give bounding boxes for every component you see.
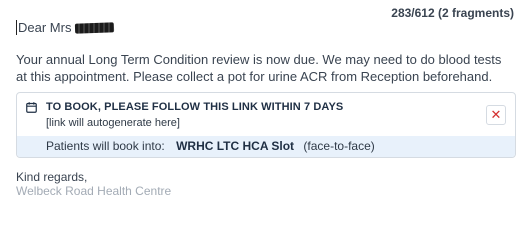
slot-prefix: Patients will book into:	[46, 139, 165, 153]
booking-link-placeholder: [link will autogenerate here]	[46, 117, 180, 129]
booking-link-block: TO BOOK, PLEASE FOLLOW THIS LINK WITHIN …	[16, 92, 516, 158]
booking-title: TO BOOK, PLEASE FOLLOW THIS LINK WITHIN …	[46, 101, 344, 113]
booking-header: TO BOOK, PLEASE FOLLOW THIS LINK WITHIN …	[17, 93, 515, 137]
calendar-icon	[26, 102, 37, 113]
greeting-text: Dear Mrs	[18, 20, 72, 35]
booking-slot-info: Patients will book into: WRHC LTC HCA Sl…	[17, 136, 515, 157]
sign-off-clinic: Welbeck Road Health Centre	[16, 184, 172, 198]
slot-name: WRHC LTC HCA Slot	[176, 139, 295, 153]
text-cursor	[16, 20, 17, 35]
fragment-counter: 283/612 (2 fragments)	[391, 6, 514, 20]
sign-off-regards[interactable]: Kind regards,	[16, 170, 87, 184]
message-body[interactable]: Your annual Long Term Condition review i…	[16, 51, 511, 85]
greeting-line[interactable]: Dear Mrs	[16, 20, 115, 35]
slot-mode: (face-to-face)	[303, 139, 375, 153]
redacted-name	[75, 21, 115, 34]
remove-booking-button[interactable]: ✕	[486, 105, 506, 125]
